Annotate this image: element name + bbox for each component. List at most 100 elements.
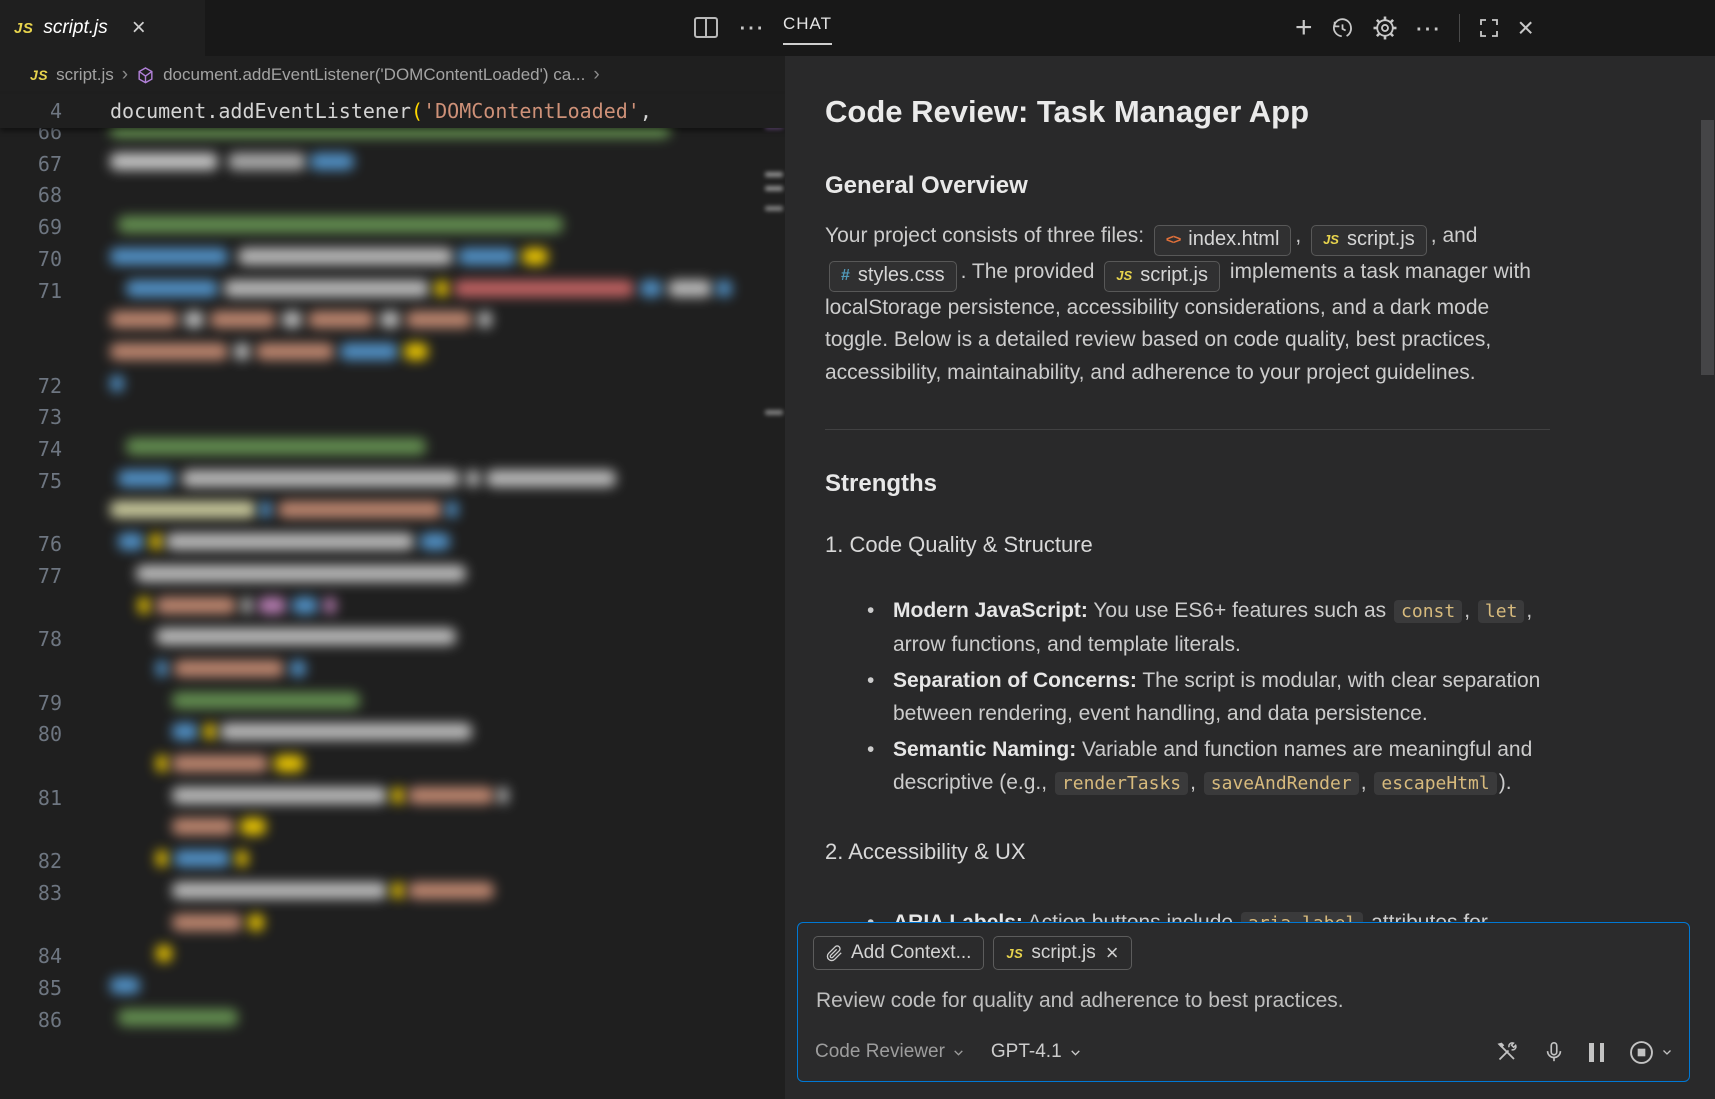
blurred-code-segment xyxy=(420,533,450,550)
inline-code: renderTasks xyxy=(1055,772,1188,795)
chat-header-actions: + ⋯ xyxy=(1295,14,1534,42)
line-number: 70 xyxy=(0,247,62,271)
blurred-code-segment xyxy=(156,850,168,867)
chat-more-actions-icon[interactable]: ⋯ xyxy=(1415,21,1442,35)
pause-icon[interactable] xyxy=(1589,1043,1604,1062)
context-chips: Add Context... JS script.js × xyxy=(813,936,1132,970)
file-chip-index.html[interactable]: <>index.html xyxy=(1154,225,1292,256)
line-number: 72 xyxy=(0,374,62,398)
stop-circle-icon xyxy=(1628,1039,1655,1066)
js-file-icon: JS xyxy=(1006,946,1023,961)
file-chip-label: script.js xyxy=(1140,262,1208,289)
breadcrumb-symbol[interactable]: document.addEventListener('DOMContentLoa… xyxy=(163,65,585,85)
remove-attachment-icon[interactable]: × xyxy=(1106,942,1119,964)
blurred-code-segment xyxy=(522,248,548,265)
blurred-code-segment xyxy=(118,1009,238,1026)
code-line: 69 xyxy=(0,210,763,240)
css-file-icon: # xyxy=(841,262,850,289)
js-file-icon: JS xyxy=(1323,226,1339,253)
model-picker[interactable]: GPT-4.1 xyxy=(991,1041,1082,1063)
tools-icon[interactable] xyxy=(1495,1040,1519,1064)
code-token: , xyxy=(640,99,652,123)
symbol-icon xyxy=(136,66,155,85)
code-line: 78 xyxy=(0,622,763,652)
editor-more-actions-icon[interactable]: ⋯ xyxy=(738,12,765,43)
blurred-code-segment xyxy=(234,343,250,360)
file-chip-label: script.js xyxy=(1347,226,1415,253)
chat-input-box[interactable]: Add Context... JS script.js × Review cod… xyxy=(797,922,1690,1082)
mode-label: Code Reviewer xyxy=(815,1041,945,1063)
attachment-chip-scriptjs[interactable]: JS script.js × xyxy=(993,936,1131,970)
tab-chat[interactable]: CHAT xyxy=(783,14,832,45)
new-chat-icon[interactable]: + xyxy=(1295,15,1313,41)
chat-input-text[interactable]: Review code for quality and adherence to… xyxy=(816,989,1671,1013)
code-line: 80 xyxy=(0,717,763,747)
input-action-icons xyxy=(1495,1039,1673,1066)
blurred-code-segment xyxy=(172,723,198,740)
gear-icon[interactable] xyxy=(1372,15,1398,41)
line-number: 80 xyxy=(0,722,62,746)
blurred-code-segment xyxy=(446,501,458,518)
blurred-code-segment xyxy=(290,660,306,677)
blurred-code-segment xyxy=(282,311,302,328)
blurred-code-segment xyxy=(210,311,276,328)
file-chip-script.js[interactable]: JS script.js xyxy=(1104,261,1220,292)
editor-tab-scriptjs[interactable]: JS script.js × xyxy=(0,0,205,56)
line-number: 82 xyxy=(0,849,62,873)
sticky-scroll-line[interactable]: 4 document.addEventListener('DOMContentL… xyxy=(0,94,785,128)
blurred-code-segment xyxy=(172,787,387,804)
blurred-code-segment xyxy=(228,153,306,170)
minimap-mark xyxy=(765,410,783,415)
js-file-icon: JS xyxy=(1116,262,1132,289)
blurred-code-segment xyxy=(156,628,456,645)
code-line xyxy=(0,812,763,842)
minimap[interactable] xyxy=(765,56,785,1099)
blurred-code-segment xyxy=(392,787,404,804)
blurred-code-segment xyxy=(110,311,178,328)
add-context-button[interactable]: Add Context... xyxy=(813,936,984,970)
paperclip-icon xyxy=(826,944,843,963)
file-chip-script.js[interactable]: JS script.js xyxy=(1311,225,1427,256)
blurred-code-segment xyxy=(258,597,286,614)
line-number: 81 xyxy=(0,786,62,810)
tab-strip: JS script.js × ⋯ CHAT + xyxy=(0,0,1715,56)
section-heading-strengths: Strengths xyxy=(825,468,1550,501)
blurred-code-segment xyxy=(172,692,360,709)
js-file-icon: JS xyxy=(14,20,33,37)
file-chip-styles.css[interactable]: #styles.css xyxy=(829,261,957,292)
breadcrumb-file[interactable]: script.js xyxy=(56,65,114,85)
line-number: 84 xyxy=(0,944,62,968)
split-editor-icon[interactable] xyxy=(694,17,718,38)
bold-text: Modern JavaScript: xyxy=(893,599,1088,622)
blurred-code-segment xyxy=(138,597,150,614)
blurred-code-segment xyxy=(110,501,256,518)
blurred-code-segment xyxy=(172,755,268,772)
line-number: 67 xyxy=(0,152,62,176)
minimap-mark xyxy=(765,172,783,177)
code-line xyxy=(0,305,763,335)
history-icon[interactable] xyxy=(1330,16,1355,41)
blurred-code-segment xyxy=(406,311,472,328)
minimap-mark xyxy=(765,206,783,211)
chat-panel: Code Review: Task Manager App General Ov… xyxy=(785,56,1715,1099)
chat-input-toolbar: Code Reviewer GPT-4.1 xyxy=(815,1036,1673,1068)
tab-close-icon[interactable]: × xyxy=(132,16,146,40)
html-file-icon: <> xyxy=(1166,226,1180,253)
inline-code: escapeHtml xyxy=(1374,772,1496,795)
blurred-code-segment xyxy=(404,343,428,360)
line-number: 73 xyxy=(0,405,62,429)
code-area[interactable]: 6667686970717273747576777879808182838485… xyxy=(0,56,763,1099)
code-line: 85 xyxy=(0,971,763,1001)
chat-scrollbar-thumb[interactable] xyxy=(1701,120,1714,375)
code-line: 84 xyxy=(0,939,763,969)
chat-response-title: Code Review: Task Manager App xyxy=(825,92,1550,132)
close-panel-icon[interactable]: × xyxy=(1518,15,1534,41)
microphone-icon[interactable] xyxy=(1543,1040,1565,1064)
code-line: 67 xyxy=(0,147,763,177)
blurred-code-segment xyxy=(340,343,398,360)
mode-picker[interactable]: Code Reviewer xyxy=(815,1041,965,1063)
maximize-panel-icon[interactable] xyxy=(1477,16,1501,40)
blurred-code-segment xyxy=(166,533,414,550)
blurred-code-segment xyxy=(184,311,204,328)
stop-button[interactable] xyxy=(1628,1039,1673,1066)
